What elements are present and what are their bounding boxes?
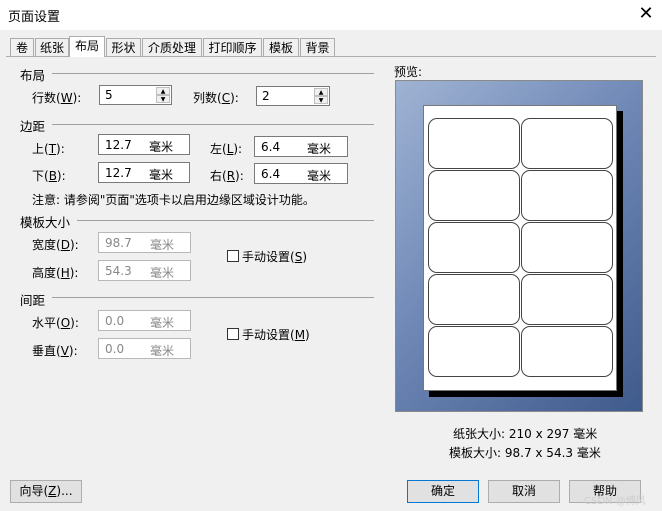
wizard-button[interactable]: 向导(Z)...: [10, 480, 82, 503]
spin-down-icon[interactable]: ▼: [314, 96, 328, 104]
cols-label: 列数(C):: [193, 91, 239, 105]
template-size-info: 模板大小: 98.7 x 54.3 毫米: [449, 446, 601, 460]
preview-label-cell: [521, 274, 613, 325]
tab-layout[interactable]: 布局: [69, 36, 105, 57]
close-icon[interactable]: ✕: [636, 3, 656, 24]
spacing-vertical-label: 垂直(V):: [32, 344, 78, 358]
template-width-label: 宽度(D):: [32, 238, 79, 252]
spin-down-icon[interactable]: ▼: [156, 95, 170, 103]
spin-up-icon[interactable]: ▲: [156, 87, 170, 95]
margin-bottom-unit: 毫米: [148, 168, 173, 182]
tab-background[interactable]: 背景: [300, 38, 335, 56]
template-height-field[interactable]: 54.3 毫米: [98, 260, 191, 281]
template-width-value: 98.7: [105, 236, 132, 250]
preview-label-cell: [521, 222, 613, 273]
template-size-divider: [77, 220, 374, 221]
spacing-horizontal-field[interactable]: 0.0 毫米: [98, 310, 191, 331]
cols-value: 2: [262, 89, 270, 103]
tab-media-handling[interactable]: 介质处理: [142, 38, 202, 56]
spacing-horizontal-label: 水平(O):: [32, 316, 79, 330]
spacing-horizontal-value: 0.0: [105, 314, 125, 328]
preview-label: 预览:: [394, 65, 423, 79]
template-height-unit: 毫米: [149, 266, 174, 280]
spacing-manual-checkbox[interactable]: [227, 328, 239, 340]
template-manual-label[interactable]: 手动设置(S): [242, 248, 307, 265]
tab-paper[interactable]: 纸张: [35, 38, 69, 56]
cols-stepper[interactable]: 2 ▲ ▼: [256, 86, 330, 106]
rows-stepper[interactable]: 5 ▲ ▼: [99, 85, 172, 105]
template-manual-checkbox[interactable]: [227, 250, 239, 262]
margins-heading: 边距: [20, 119, 46, 134]
margin-left-field[interactable]: 6.4 毫米: [254, 136, 348, 157]
spacing-horizontal-unit: 毫米: [149, 316, 174, 330]
template-size-heading: 模板大小: [20, 215, 71, 230]
tab-shape[interactable]: 形状: [106, 38, 141, 56]
margin-left-value: 6.4: [261, 140, 281, 154]
cancel-button[interactable]: 取消: [488, 480, 560, 503]
margin-top-label: 上(T):: [32, 142, 65, 156]
preview-label-cell: [428, 170, 520, 221]
layout-heading: 布局: [20, 68, 46, 83]
tab-print-order[interactable]: 打印顺序: [203, 38, 262, 56]
preview-label-cell: [428, 274, 520, 325]
template-height-label: 高度(H):: [32, 266, 79, 280]
preview-label-cell: [521, 118, 613, 169]
window-title: 页面设置: [8, 10, 61, 25]
rows-label: 行数(W):: [32, 91, 82, 105]
margin-left-unit: 毫米: [306, 142, 331, 156]
margin-left-label: 左(L):: [210, 142, 243, 156]
margins-note: 注意: 请参阅"页面"选项卡以启用边缘区域设计功能。: [32, 193, 315, 207]
margin-right-label: 右(R):: [210, 169, 244, 183]
margin-top-unit: 毫米: [148, 140, 173, 154]
spacing-vertical-field[interactable]: 0.0 毫米: [98, 338, 191, 359]
layout-divider: [52, 73, 374, 74]
template-height-value: 54.3: [105, 264, 132, 278]
template-width-unit: 毫米: [149, 238, 174, 252]
tab-template[interactable]: 模板: [263, 38, 299, 56]
margin-bottom-field[interactable]: 12.7 毫米: [98, 162, 190, 183]
preview-label-cell: [428, 222, 520, 273]
spacing-vertical-unit: 毫米: [149, 344, 174, 358]
rows-value: 5: [105, 88, 113, 102]
spin-up-icon[interactable]: ▲: [314, 88, 328, 96]
spacing-divider: [52, 297, 374, 298]
margin-bottom-label: 下(B):: [32, 169, 66, 183]
margin-right-value: 6.4: [261, 167, 281, 181]
margin-right-field[interactable]: 6.4 毫米: [254, 163, 348, 184]
template-width-field[interactable]: 98.7 毫米: [98, 232, 191, 253]
margin-top-value: 12.7: [105, 138, 132, 152]
spacing-vertical-value: 0.0: [105, 342, 125, 356]
preview-label-cell: [428, 326, 520, 377]
watermark: CSDN @博风: [584, 496, 646, 507]
spacing-heading: 间距: [20, 293, 46, 308]
ok-button[interactable]: 确定: [407, 480, 479, 503]
spacing-manual-label[interactable]: 手动设置(M): [242, 326, 310, 343]
title-bar: [0, 0, 662, 30]
margin-bottom-value: 12.7: [105, 166, 132, 180]
preview-label-cell: [428, 118, 520, 169]
margin-top-field[interactable]: 12.7 毫米: [98, 134, 190, 155]
margins-divider: [52, 124, 374, 125]
preview-label-cell: [521, 326, 613, 377]
paper-size-info: 纸张大小: 210 x 297 毫米: [453, 427, 598, 441]
tab-roll[interactable]: 卷: [10, 38, 34, 56]
margin-right-unit: 毫米: [306, 169, 331, 183]
preview-label-cell: [521, 170, 613, 221]
